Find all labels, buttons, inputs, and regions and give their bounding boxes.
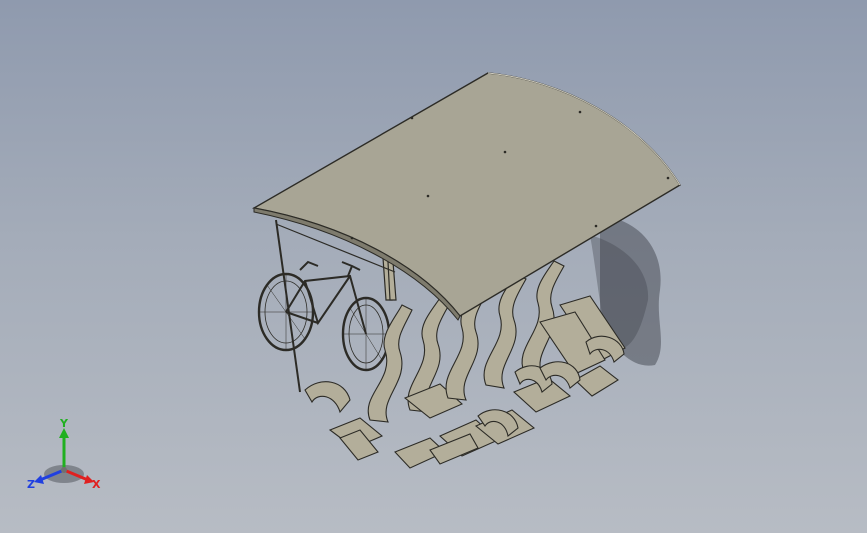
z-axis-label: Z xyxy=(27,478,35,491)
y-axis-label: Y xyxy=(59,418,69,430)
z-axis-arrow xyxy=(34,475,44,484)
view-triad[interactable]: Y X Z xyxy=(24,418,106,494)
bicycle xyxy=(257,260,391,372)
x-axis-label: X xyxy=(92,478,101,491)
graphics-viewport[interactable]: Y X Z xyxy=(0,0,867,533)
front-pole xyxy=(275,219,301,393)
bicycle-shelter-model[interactable] xyxy=(0,0,867,533)
triad-origin xyxy=(61,467,67,473)
